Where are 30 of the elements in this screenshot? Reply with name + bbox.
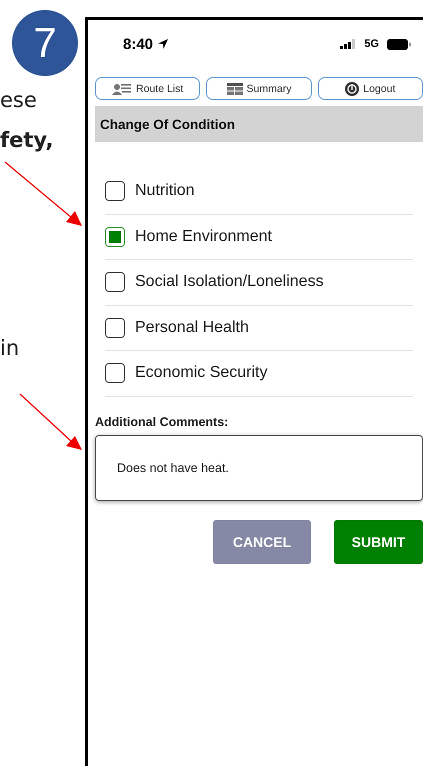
checkbox[interactable] [105, 318, 125, 338]
table-icon [226, 82, 243, 94]
condition-label: Nutrition [135, 182, 195, 200]
comments-label: Additional Comments: [95, 414, 230, 428]
power-icon [345, 82, 360, 96]
person-list-icon [112, 82, 132, 94]
signal-icon [340, 39, 356, 49]
comments-field[interactable]: Does not have heat. [95, 434, 423, 500]
checkbox[interactable] [105, 363, 125, 384]
nav-button[interactable]: Logout [318, 77, 423, 100]
condition-label: Economic Security [135, 364, 268, 382]
pointer-arrow [20, 394, 82, 450]
checkbox[interactable] [105, 272, 125, 292]
battery-icon [387, 38, 411, 50]
condition-label: Home Environment [135, 228, 272, 246]
checkbox[interactable] [105, 181, 125, 202]
nav-button[interactable]: Route List [95, 77, 200, 100]
condition-label: Personal Health [135, 318, 249, 337]
nav-button[interactable]: Summary [206, 77, 312, 100]
instruction-text: in [0, 336, 20, 360]
status-time: 8:40 [123, 36, 154, 52]
network-label: 5G [364, 38, 379, 50]
section-header: Change Of Condition [95, 106, 423, 142]
checkbox[interactable] [105, 226, 125, 247]
location-arrow-icon [157, 38, 170, 50]
step-badge: 7 [12, 10, 78, 76]
condition-label: Social Isolation/Loneliness [135, 273, 324, 292]
instruction-text: ese [0, 88, 37, 112]
submit-button[interactable]: SUBMIT [334, 520, 423, 564]
instruction-text: fety, [0, 128, 54, 152]
